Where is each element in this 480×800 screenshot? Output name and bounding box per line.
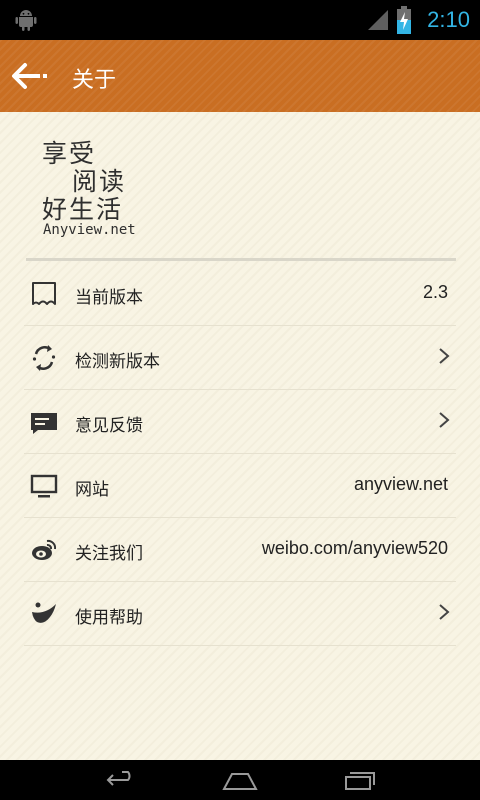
version-value: 2.3 bbox=[422, 282, 448, 302]
row-label: 关注我们 bbox=[75, 544, 143, 564]
status-bar: 2:10 bbox=[0, 0, 480, 40]
status-time: 2:10 bbox=[427, 7, 470, 32]
section-divider bbox=[26, 258, 456, 261]
weibo-value: weibo.com/anyview520 bbox=[261, 538, 448, 558]
android-debug-icon bbox=[15, 10, 37, 31]
row-label: 网站 bbox=[75, 480, 109, 500]
settings-list: 当前版本 2.3 检测新版本 意见反馈 网站 anyview.net 关注我们 … bbox=[24, 262, 456, 646]
battery-charging-icon bbox=[397, 6, 411, 34]
refresh-icon bbox=[32, 345, 56, 371]
row-help[interactable]: 使用帮助 bbox=[24, 582, 456, 646]
navigation-bar bbox=[0, 760, 480, 800]
row-website[interactable]: 网站 anyview.net bbox=[24, 454, 456, 518]
weibo-icon bbox=[32, 539, 57, 560]
feedback-icon bbox=[31, 413, 57, 434]
help-icon bbox=[32, 602, 56, 623]
chevron-right-icon bbox=[439, 604, 450, 620]
row-label: 使用帮助 bbox=[75, 608, 143, 628]
logo-url: Anyview.net bbox=[43, 222, 136, 238]
monitor-icon bbox=[30, 474, 58, 498]
logo-line-3: 好生活 bbox=[42, 195, 124, 224]
recents-nav-icon[interactable] bbox=[340, 768, 380, 792]
back-nav-icon[interactable] bbox=[100, 768, 140, 792]
row-label: 当前版本 bbox=[75, 288, 143, 308]
row-current-version[interactable]: 当前版本 2.3 bbox=[24, 262, 456, 326]
row-label: 检测新版本 bbox=[75, 352, 160, 372]
row-check-update[interactable]: 检测新版本 bbox=[24, 326, 456, 390]
chevron-right-icon bbox=[439, 348, 450, 364]
row-follow-us[interactable]: 关注我们 weibo.com/anyview520 bbox=[24, 518, 456, 582]
row-feedback[interactable]: 意见反馈 bbox=[24, 390, 456, 454]
page-title: 关于 bbox=[72, 68, 117, 93]
version-tag-icon bbox=[32, 282, 56, 305]
action-bar: 关于 bbox=[0, 40, 480, 112]
chevron-right-icon bbox=[439, 412, 450, 428]
signal-icon bbox=[368, 10, 388, 30]
back-arrow-icon[interactable] bbox=[10, 60, 50, 92]
website-value: anyview.net bbox=[353, 474, 448, 494]
row-label: 意见反馈 bbox=[75, 416, 143, 436]
home-nav-icon[interactable] bbox=[220, 768, 260, 792]
app-logo: 享受 阅读 好生活 Anyview.net bbox=[42, 134, 182, 240]
about-content: 享受 阅读 好生活 Anyview.net 当前版本 2.3 检测新版本 意见反… bbox=[0, 112, 480, 760]
